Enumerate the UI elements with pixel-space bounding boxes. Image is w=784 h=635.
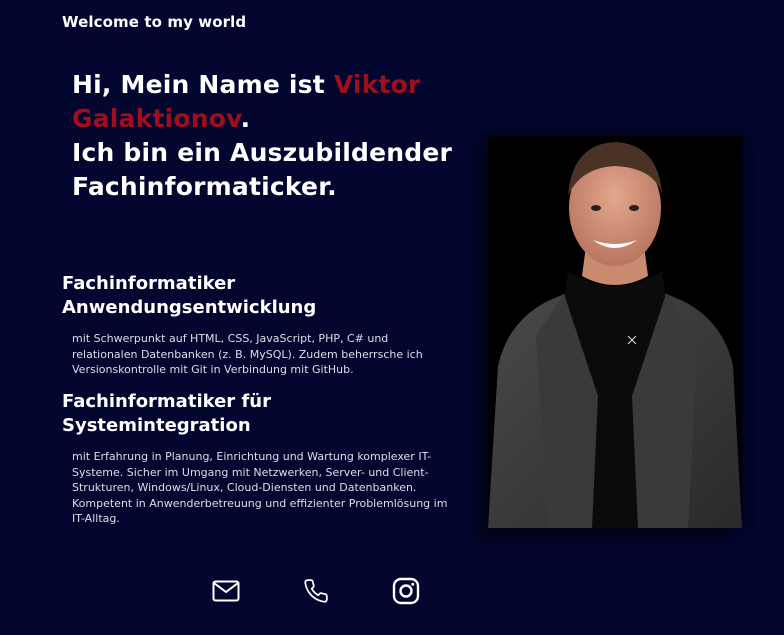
- hero-period: .: [240, 104, 251, 133]
- section-text-anwendungsentwicklung: mit Schwerpunkt auf HTML, CSS, JavaScrip…: [72, 332, 423, 376]
- instagram-icon[interactable]: [386, 571, 426, 611]
- mail-icon[interactable]: [206, 571, 246, 611]
- portfolio-page: Welcome to my world Hi, Mein Name ist Vi…: [0, 0, 784, 635]
- hero-role: Ich bin ein Auszubildender Fachinformati…: [72, 138, 453, 201]
- social-links: [0, 571, 784, 611]
- hero-intro: Hi, Mein Name ist: [72, 70, 334, 99]
- welcome-heading: Welcome to my world: [62, 13, 247, 31]
- section-title-systemintegration: Fachinformatiker für Systemintegration: [62, 391, 271, 436]
- profile-photo: [488, 136, 742, 528]
- section-text-systemintegration: mit Erfahrung in Planung, Einrichtung un…: [72, 450, 448, 525]
- section-title-anwendungsentwicklung: Fachinformatiker Anwendungsentwicklung: [62, 273, 317, 318]
- phone-icon[interactable]: [296, 571, 336, 611]
- hero-heading: Hi, Mein Name ist Viktor Galaktionov. Ic…: [72, 68, 472, 204]
